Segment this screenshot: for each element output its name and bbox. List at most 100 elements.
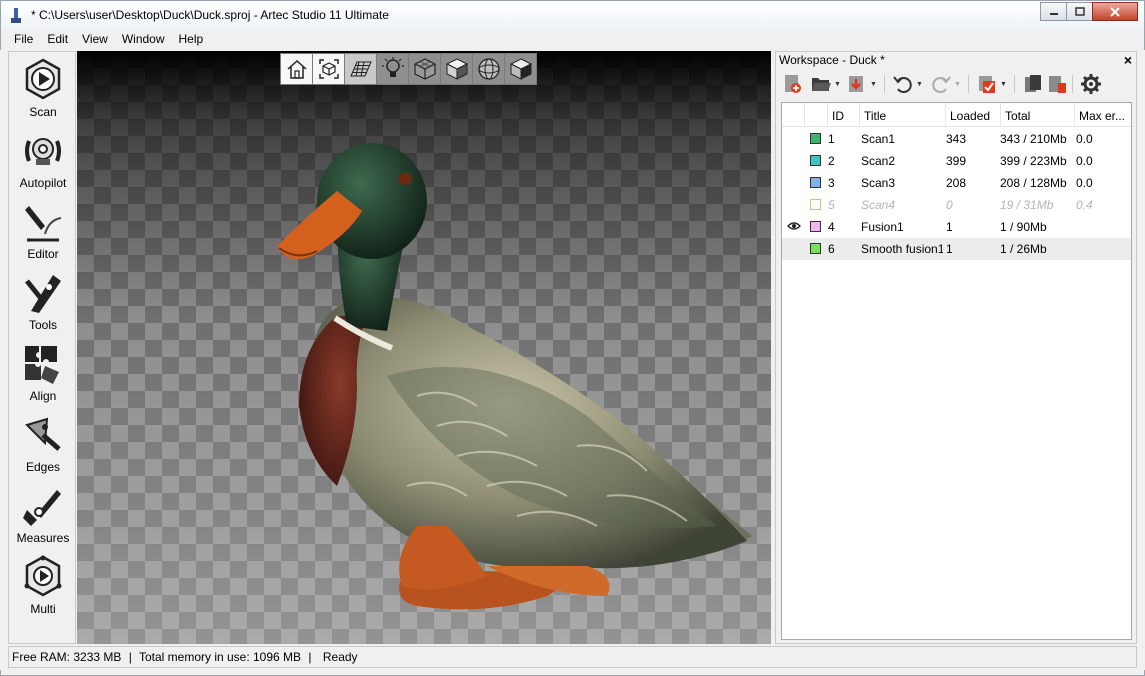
undo-icon[interactable] [892,73,914,95]
solid-cube-icon[interactable] [440,53,473,85]
tool-edges[interactable]: Edges [9,409,77,480]
sphere-icon[interactable] [472,53,505,85]
color-swatch[interactable] [810,221,821,232]
row-title: Scan4 [861,198,896,212]
row-id: 2 [828,154,835,168]
open-project-dropdown-icon[interactable]: ▼ [834,81,841,88]
select-all-icon[interactable] [976,73,998,95]
row-loaded: 0 [946,198,953,212]
row-loaded: 208 [946,176,967,190]
column-max-error[interactable]: Max er... [1074,103,1131,127]
align-icon [25,346,59,384]
row-total: 19 / 31Mb [1000,198,1054,212]
tool-label-edges: Edges [25,460,61,474]
fit-view-icon[interactable] [312,53,345,85]
workspace-close-icon[interactable]: × [1124,52,1132,68]
redo-dropdown-icon[interactable]: ▼ [954,81,961,88]
settings-gear-icon[interactable] [1080,73,1102,95]
copy-icon[interactable] [1022,73,1044,95]
undo-dropdown-icon[interactable]: ▼ [916,81,923,88]
menu-view[interactable]: View [75,30,115,50]
home-view-icon[interactable] [280,53,313,85]
total-memory-status: Total memory in use: 1096 MB [138,650,302,664]
grid-icon[interactable] [344,53,377,85]
tool-multi[interactable]: Multi [9,551,77,622]
table-row[interactable]: 1 Scan1 343 343 / 210Mb 0.0 [782,128,1131,150]
open-project-icon[interactable] [810,73,832,95]
row-max-error: 0.0 [1076,132,1093,146]
row-loaded: 1 [946,220,953,234]
free-ram-status: Free RAM: 3233 MB [12,650,122,664]
tool-label-tools: Tools [28,318,57,332]
duck-model[interactable] [187,96,757,616]
color-swatch[interactable] [810,243,821,254]
select-dropdown-icon[interactable]: ▼ [1000,81,1007,88]
minimize-icon[interactable] [1040,2,1067,21]
table-row[interactable]: 3 Scan3 208 208 / 128Mb 0.0 [782,172,1131,194]
table-row[interactable]: 2 Scan2 399 399 / 223Mb 0.0 [782,150,1131,172]
visibility-eye-icon[interactable] [787,221,801,231]
tool-label-measures: Measures [16,531,70,545]
menu-file[interactable]: File [1,30,40,50]
row-title: Smooth fusion1 [861,242,943,256]
tool-scan[interactable]: Scan [9,54,77,125]
status-separator: | [128,650,132,664]
row-total: 343 / 210Mb [1000,132,1067,146]
status-separator: | [308,650,312,664]
table-row[interactable]: 5 Scan4 0 19 / 31Mb 0.4 [782,194,1131,216]
tool-align[interactable]: Align [9,338,77,409]
tool-label-scan: Scan [29,105,57,119]
row-loaded: 1 [946,242,953,256]
row-title: Fusion1 [861,220,904,234]
row-title: Scan2 [861,154,896,168]
color-swatch[interactable] [810,155,821,166]
color-swatch[interactable] [810,177,821,188]
tool-autopilot[interactable]: Autopilot [9,125,77,196]
menu-edit[interactable]: Edit [40,30,75,50]
table-row[interactable]: 4 Fusion1 1 1 / 90Mb [782,216,1131,238]
wireframe-cube-icon[interactable] [408,53,441,85]
artec-app-icon [11,8,21,23]
tool-tools[interactable]: Tools [9,267,77,338]
row-max-error: 0.4 [1076,198,1093,212]
title-bar: * C:\Users\user\Desktop\Duck\Duck.sproj … [0,0,1145,30]
menu-window[interactable]: Window [115,30,172,50]
row-id: 6 [828,242,835,256]
tool-measures[interactable]: Measures [9,480,77,551]
table-row[interactable]: 6 Smooth fusion1 1 1 / 26Mb [782,238,1131,260]
tool-sidebar: Scan Autopilot Editor Tools Align Edges … [8,51,76,644]
close-icon[interactable] [1092,2,1138,21]
row-total: 208 / 128Mb [1000,176,1067,190]
import-icon[interactable] [846,73,868,95]
column-loaded[interactable]: Loaded [945,103,999,127]
color-swatch[interactable] [810,199,821,210]
column-id[interactable]: ID [827,103,857,127]
redo-icon[interactable] [930,73,952,95]
row-id: 5 [828,198,835,212]
column-total[interactable]: Total [1000,103,1074,127]
maximize-icon[interactable] [1066,2,1093,21]
workspace-title: Workspace - Duck * [779,53,885,67]
import-dropdown-icon[interactable]: ▼ [870,81,877,88]
textured-cube-icon[interactable] [504,53,537,85]
row-max-error: 0.0 [1076,154,1093,168]
3d-viewport[interactable] [77,51,771,644]
menu-help[interactable]: Help [172,30,211,50]
row-loaded: 399 [946,154,967,168]
table-header: ID Title Loaded Total Max er... [782,103,1131,127]
row-loaded: 343 [946,132,967,146]
column-title[interactable]: Title [859,103,945,127]
row-total: 1 / 90Mb [1000,220,1047,234]
new-project-icon[interactable] [782,73,804,95]
tool-editor[interactable]: Editor [9,196,77,267]
window-title: * C:\Users\user\Desktop\Duck\Duck.sproj … [31,8,389,22]
light-icon[interactable] [376,53,409,85]
color-swatch[interactable] [810,133,821,144]
tool-label-multi: Multi [30,602,56,616]
row-max-error: 0.0 [1076,176,1093,190]
delete-icon[interactable] [1046,73,1068,95]
row-total: 1 / 26Mb [1000,242,1047,256]
tool-label-editor: Editor [27,247,59,261]
tool-label-autopilot: Autopilot [19,176,67,190]
menu-bar: File Edit View Window Help [0,30,1145,50]
